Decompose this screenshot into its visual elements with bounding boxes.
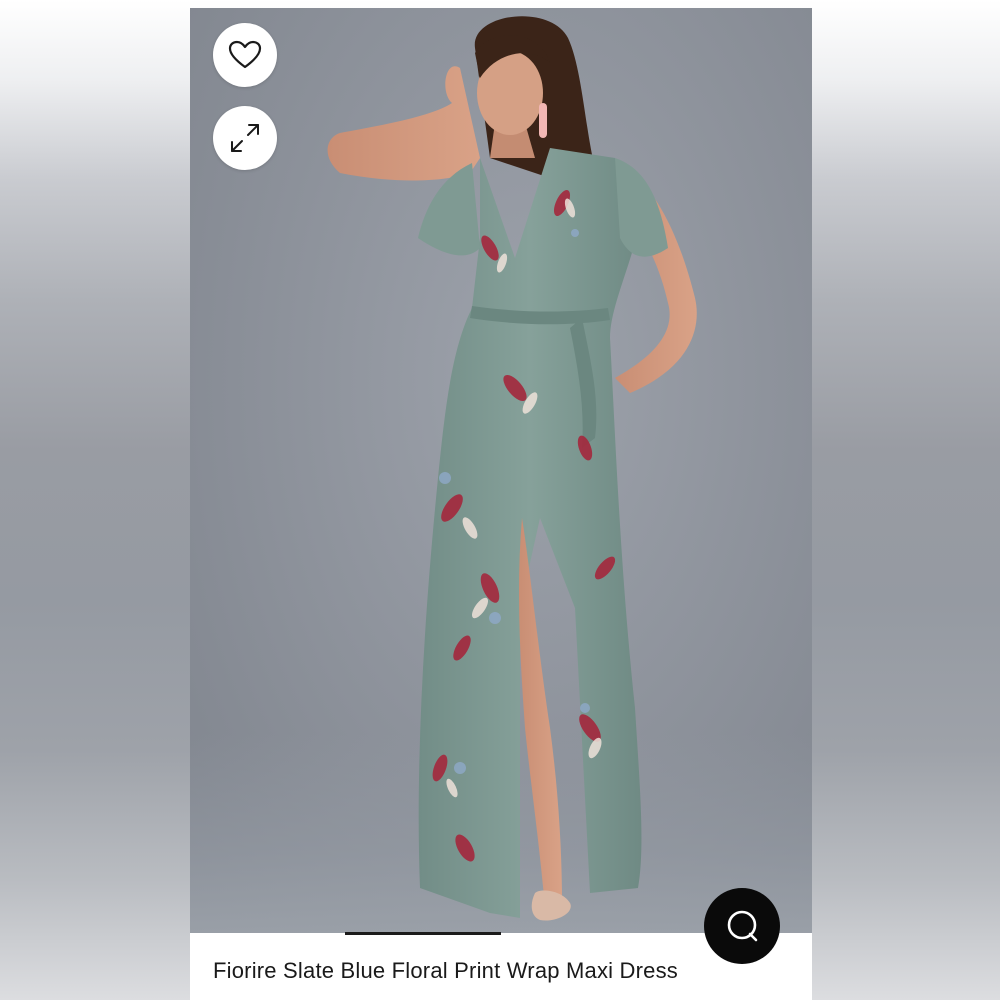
chat-button[interactable] xyxy=(704,888,780,964)
blurred-backdrop-left xyxy=(0,0,190,1000)
chat-bubble-icon xyxy=(727,910,758,942)
favorite-button[interactable] xyxy=(213,23,277,87)
expand-arrows-icon xyxy=(231,124,259,152)
blurred-backdrop-right xyxy=(812,0,1000,1000)
model-illustration xyxy=(327,16,697,921)
product-card: Fiorire Slate Blue Floral Print Wrap Max… xyxy=(190,8,812,1000)
product-image[interactable] xyxy=(190,8,812,933)
heart-outline-icon xyxy=(228,40,262,69)
expand-image-button[interactable] xyxy=(213,106,277,170)
product-title: Fiorire Slate Blue Floral Print Wrap Max… xyxy=(213,958,679,983)
